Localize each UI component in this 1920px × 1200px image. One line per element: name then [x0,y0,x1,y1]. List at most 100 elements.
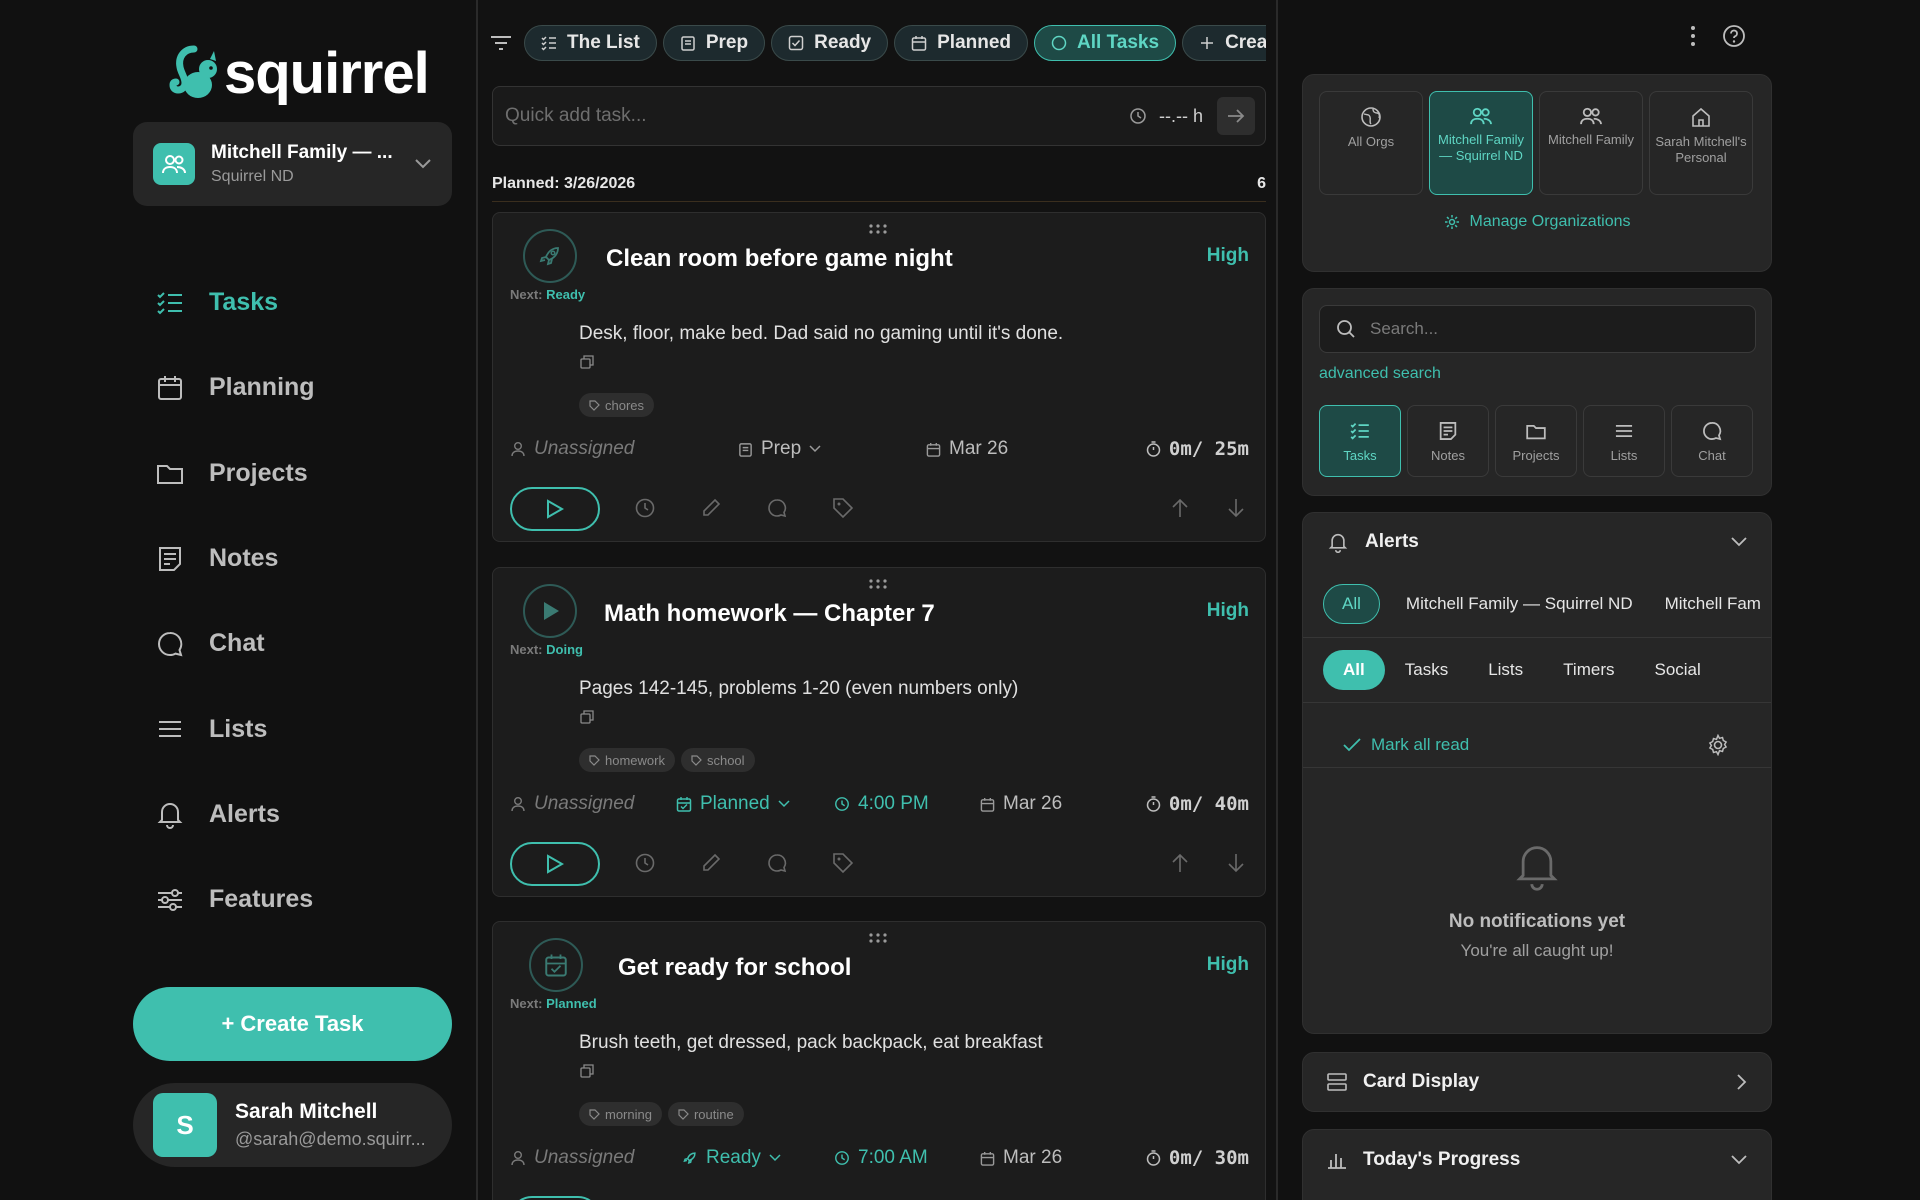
duration[interactable]: 0m/ 30m [1146,1144,1249,1172]
edit-button[interactable] [700,852,722,874]
nav-item-alerts[interactable]: Alerts [155,772,315,857]
task-title[interactable]: Math homework — Chapter 7 [604,600,935,628]
priority-badge[interactable]: High [1207,954,1249,976]
logo[interactable]: squirrel [164,40,430,107]
task-status-button[interactable] [529,938,583,992]
drag-handle-icon[interactable] [868,932,888,944]
user-profile[interactable]: S Sarah Mitchell @sarah@demo.squirr... [133,1083,452,1167]
duration[interactable]: 0m/ 25m [1146,435,1249,463]
tab-prep[interactable]: Prep [662,25,766,61]
tag[interactable]: routine [667,1102,744,1126]
type-filter-lists[interactable]: Lists [1482,650,1529,690]
org-option-sarah-personal[interactable]: Sarah Mitchell's Personal [1649,91,1753,195]
quick-add-input[interactable] [505,105,1129,127]
nav-item-notes[interactable]: Notes [155,516,315,601]
copy-icon[interactable] [580,710,594,724]
tab-all-tasks[interactable]: All Tasks [1034,25,1177,61]
task-card[interactable]: Next: Ready Clean room before game night… [492,212,1266,542]
mark-all-read-button[interactable]: Mark all read [1343,735,1469,755]
assignee[interactable]: Unassigned [510,1144,634,1172]
quick-nav-projects[interactable]: Projects [1495,405,1577,477]
org-filter-mitchell-family[interactable]: Mitchell Fam [1659,584,1767,624]
quick-nav-chat[interactable]: Chat [1671,405,1753,477]
more-vertical-icon[interactable] [1690,25,1696,47]
quick-nav-lists[interactable]: Lists [1583,405,1665,477]
alerts-settings-gear-icon[interactable] [1707,734,1729,756]
drag-handle-icon[interactable] [868,578,888,590]
tag[interactable]: morning [579,1102,662,1126]
tag-button[interactable] [832,852,854,874]
create-task-button[interactable]: + Create Task [133,987,452,1061]
nav-item-projects[interactable]: Projects [155,431,315,516]
quick-nav-notes[interactable]: Notes [1407,405,1489,477]
status-dropdown[interactable]: Planned [676,790,790,818]
quick-nav-tasks[interactable]: Tasks [1319,405,1401,477]
scheduled-time[interactable]: 7:00 AM [834,1144,928,1172]
move-up-button[interactable] [1171,852,1189,874]
due-date[interactable]: Mar 26 [926,435,1008,463]
assignee[interactable]: Unassigned [510,790,634,818]
quick-add-time[interactable]: --.-- h [1129,106,1203,127]
priority-badge[interactable]: High [1207,600,1249,622]
copy-icon[interactable] [580,355,594,369]
status-dropdown[interactable]: Ready [682,1144,781,1172]
task-card[interactable]: Next: Planned Get ready for school High … [492,921,1266,1200]
comment-button[interactable] [766,497,788,519]
comment-button[interactable] [766,852,788,874]
org-selector[interactable]: Mitchell Family — ... Squirrel ND [133,122,452,206]
alerts-header[interactable]: Alerts [1327,531,1747,553]
org-option-mitchell-family[interactable]: Mitchell Family [1539,91,1643,195]
advanced-search-link[interactable]: advanced search [1319,365,1441,383]
scheduled-time[interactable]: 4:00 PM [834,790,929,818]
org-filter-mitchell-family-squirrel-nd[interactable]: Mitchell Family — Squirrel ND [1400,584,1639,624]
task-title[interactable]: Clean room before game night [606,245,953,273]
due-date[interactable]: Mar 26 [980,1144,1062,1172]
type-filter-tasks[interactable]: Tasks [1399,650,1454,690]
drag-handle-icon[interactable] [868,223,888,235]
start-timer-button[interactable] [510,1196,600,1200]
tab-ready[interactable]: Ready [771,25,889,61]
task-status-button[interactable] [523,229,577,283]
manage-organizations-link[interactable]: Manage Organizations [1303,213,1771,231]
nav-item-features[interactable]: Features [155,857,315,942]
todays-progress-panel[interactable]: Today's Progress [1302,1129,1772,1200]
move-up-button[interactable] [1171,497,1189,519]
status-dropdown[interactable]: Prep [738,435,821,463]
tab-planned[interactable]: Planned [894,25,1029,61]
help-icon[interactable] [1722,24,1746,48]
duration[interactable]: 0m/ 40m [1146,790,1249,818]
schedule-button[interactable] [634,852,656,874]
due-date[interactable]: Mar 26 [980,790,1062,818]
type-filter-timers[interactable]: Timers [1557,650,1620,690]
priority-badge[interactable]: High [1207,245,1249,267]
schedule-button[interactable] [634,497,656,519]
nav-item-lists[interactable]: Lists [155,686,315,771]
start-timer-button[interactable] [510,487,600,531]
card-display-panel[interactable]: Card Display [1302,1052,1772,1112]
task-status-button[interactable] [523,584,577,638]
tab-the-list[interactable]: The List [524,25,657,61]
type-filter-all[interactable]: All [1323,650,1385,690]
search-input[interactable] [1370,319,1739,339]
filter-icon[interactable] [490,35,512,51]
tab-create[interactable]: Creat [1182,25,1266,61]
org-option-all[interactable]: All Orgs [1319,91,1423,195]
tag[interactable]: chores [579,393,655,417]
nav-item-tasks[interactable]: Tasks [155,260,315,345]
org-option-mitchell-family-squirrel-nd[interactable]: Mitchell Family — Squirrel ND [1429,91,1533,195]
edit-button[interactable] [700,497,722,519]
tag[interactable]: school [680,748,755,772]
org-filter-all[interactable]: All [1323,584,1380,624]
tag-button[interactable] [832,497,854,519]
task-title[interactable]: Get ready for school [618,954,851,982]
tag[interactable]: homework [579,748,675,772]
nav-item-planning[interactable]: Planning [155,345,315,430]
assignee[interactable]: Unassigned [510,435,634,463]
move-down-button[interactable] [1227,497,1245,519]
nav-item-chat[interactable]: Chat [155,601,315,686]
start-timer-button[interactable] [510,842,600,886]
task-card[interactable]: Next: Doing Math homework — Chapter 7 Hi… [492,567,1266,897]
type-filter-social[interactable]: Social [1648,650,1706,690]
quick-add-submit-button[interactable] [1217,97,1255,135]
copy-icon[interactable] [580,1064,594,1078]
